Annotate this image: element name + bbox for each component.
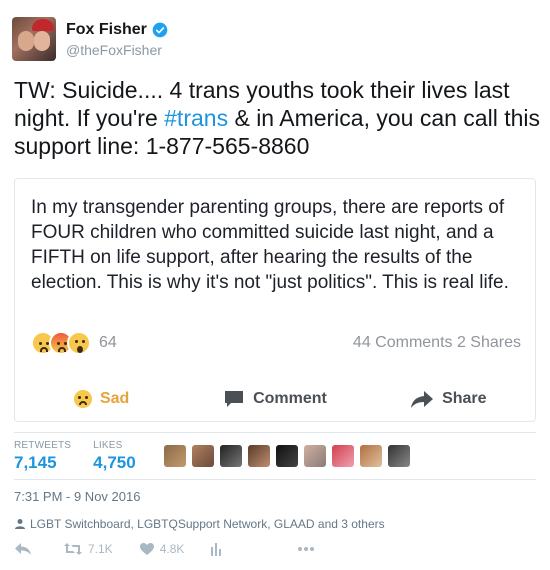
tweet-header: Fox Fisher @theFoxFisher (12, 14, 168, 64)
sad-reaction-button: Sad (15, 379, 188, 419)
liker-avatar[interactable] (331, 445, 354, 467)
post-stats: 44 Comments 2 Shares (352, 334, 521, 351)
analytics-icon (211, 543, 222, 556)
liker-avatars (163, 445, 416, 467)
likes-label: LIKES (93, 439, 123, 451)
liker-avatar[interactable] (303, 445, 326, 467)
display-name[interactable]: Fox Fisher (66, 21, 147, 39)
reply-button[interactable] (14, 542, 37, 556)
liker-avatar[interactable] (219, 445, 242, 467)
more-options-button[interactable] (297, 546, 320, 552)
liker-avatar[interactable] (163, 445, 186, 467)
share-arrow-icon (411, 391, 434, 408)
tweet-timestamp[interactable]: 7:31 PM - 9 Nov 2016 (14, 489, 140, 504)
comment-button: Comment (188, 379, 361, 419)
share-button: Share (362, 379, 535, 419)
like-button[interactable]: 4.8K (139, 542, 185, 556)
avatar[interactable] (12, 17, 56, 61)
retweet-count: 7.1K (88, 542, 113, 556)
embedded-post-text: In my transgender parenting groups, ther… (31, 197, 509, 293)
display-name-row[interactable]: Fox Fisher (66, 21, 168, 39)
liker-avatar[interactable] (275, 445, 298, 467)
sad-face-icon (73, 390, 92, 408)
person-icon (15, 519, 25, 529)
retweets-count[interactable]: 7,145 (14, 453, 71, 473)
liked-by[interactable]: LGBT Switchboard, LGBTQSupport Network, … (14, 517, 385, 531)
comment-icon (225, 391, 244, 407)
retweets-stat[interactable]: RETWEETS 7,145 (14, 440, 71, 473)
verified-badge-icon (152, 22, 168, 37)
likes-stat[interactable]: LIKES 4,750 (93, 440, 136, 473)
liker-avatar[interactable] (359, 445, 382, 467)
reaction-count: 64 (99, 334, 117, 351)
more-dots-icon (298, 547, 315, 551)
like-count: 4.8K (159, 542, 185, 556)
retweet-button[interactable]: 7.1K (63, 542, 113, 556)
reaction-summary: 64 (31, 331, 117, 355)
liker-avatar[interactable] (387, 445, 410, 467)
tweet-text: TW: Suicide.... 4 trans youths took thei… (14, 76, 540, 160)
retweet-icon (64, 543, 82, 555)
author-info: Fox Fisher @theFoxFisher (66, 21, 168, 58)
likes-count[interactable]: 4,750 (93, 453, 136, 473)
liker-avatar[interactable] (191, 445, 214, 467)
user-handle[interactable]: @theFoxFisher (66, 42, 168, 58)
tweet-actions: 7.1K 4.8K (14, 542, 346, 556)
liker-avatar[interactable] (247, 445, 270, 467)
tweet-stats: RETWEETS 7,145 LIKES 4,750 (14, 432, 536, 480)
reply-icon (15, 543, 31, 555)
liked-by-text: LGBT Switchboard, LGBTQSupport Network, … (30, 517, 385, 531)
analytics-button[interactable] (210, 542, 227, 556)
hashtag-link[interactable]: #trans (164, 105, 228, 131)
share-label: Share (442, 390, 487, 407)
comment-label: Comment (253, 390, 327, 407)
sad-label: Sad (99, 390, 130, 407)
embedded-post-image[interactable]: In my transgender parenting groups, ther… (14, 178, 536, 422)
wow-reaction-icon (67, 331, 91, 355)
post-actions: Sad Comment Share (15, 379, 535, 419)
heart-icon (139, 543, 154, 555)
retweets-label: RETWEETS (14, 439, 72, 451)
